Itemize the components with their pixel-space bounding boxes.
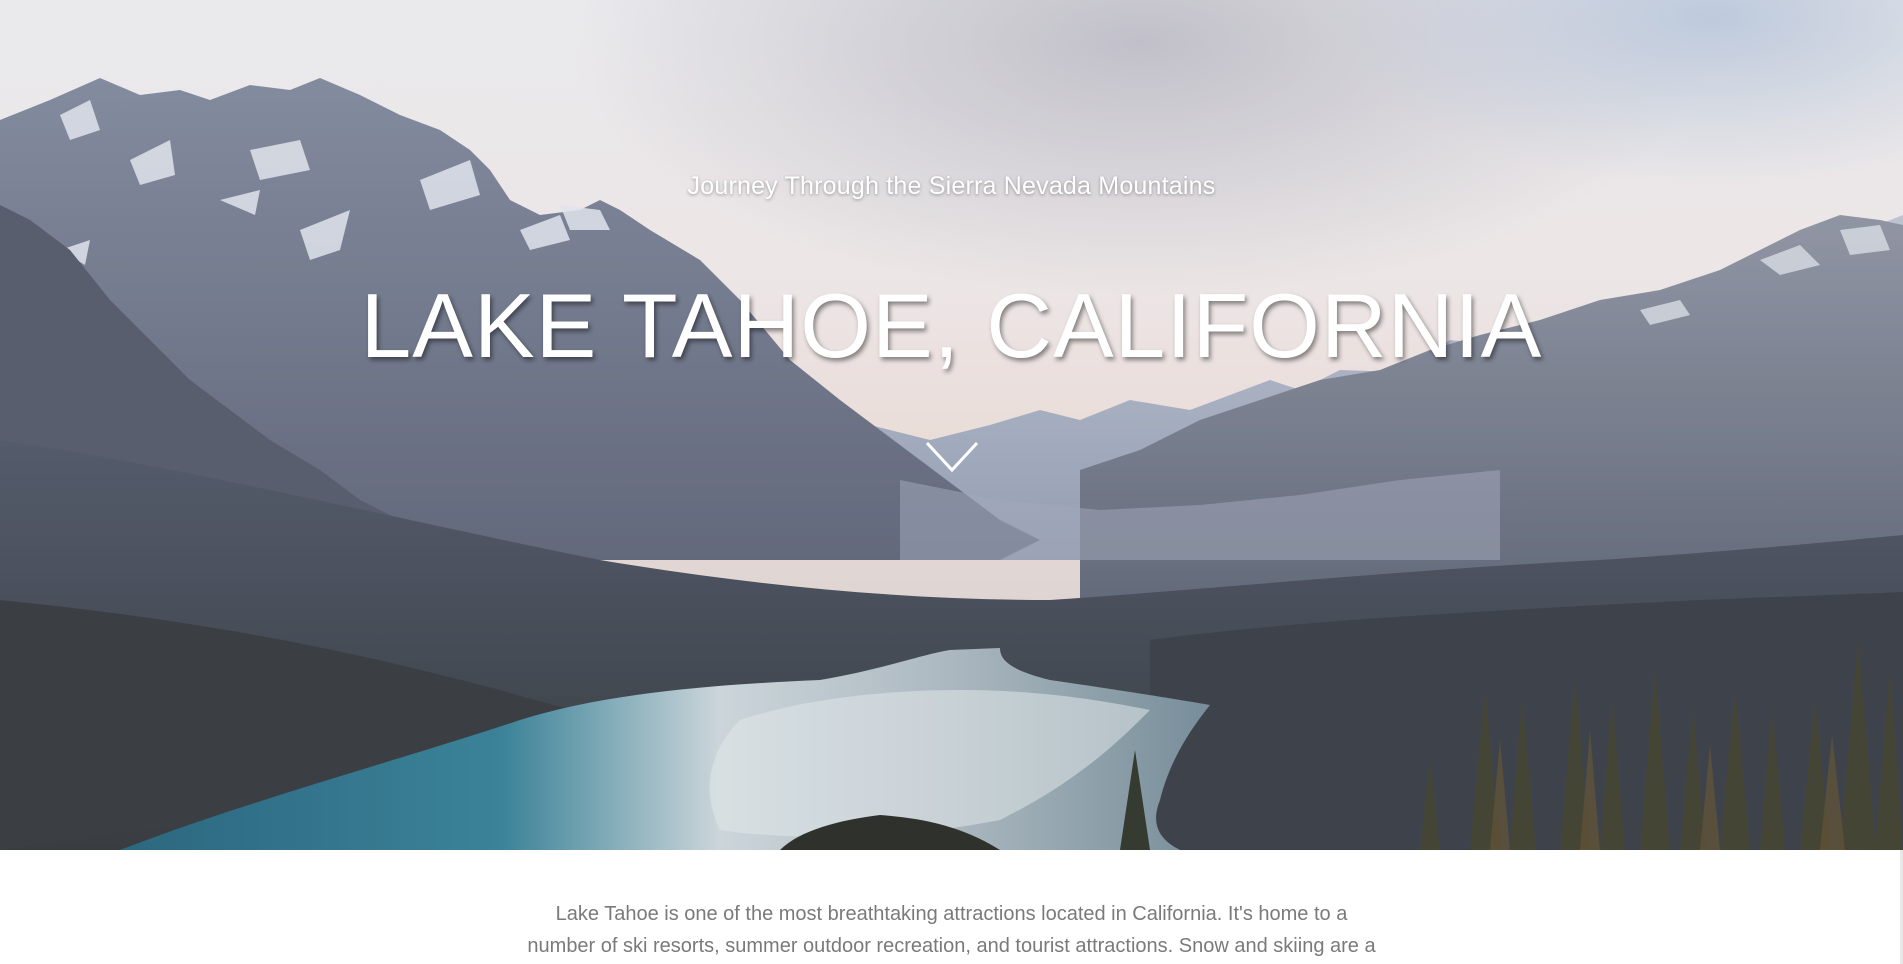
scroll-down-button[interactable] [924, 440, 980, 476]
intro-paragraph: Lake Tahoe is one of the most breathtaki… [527, 903, 1376, 957]
chevron-down-icon [925, 441, 979, 473]
hero-background-image [0, 0, 1903, 850]
page: Journey Through the Sierra Nevada Mounta… [0, 0, 1903, 964]
hero-section: Journey Through the Sierra Nevada Mounta… [0, 0, 1903, 850]
hero-subtitle: Journey Through the Sierra Nevada Mounta… [687, 172, 1216, 200]
hero-title: LAKE TAHOE, CALIFORNIA [360, 276, 1543, 377]
intro-section: Lake Tahoe is one of the most breathtaki… [0, 850, 1903, 964]
